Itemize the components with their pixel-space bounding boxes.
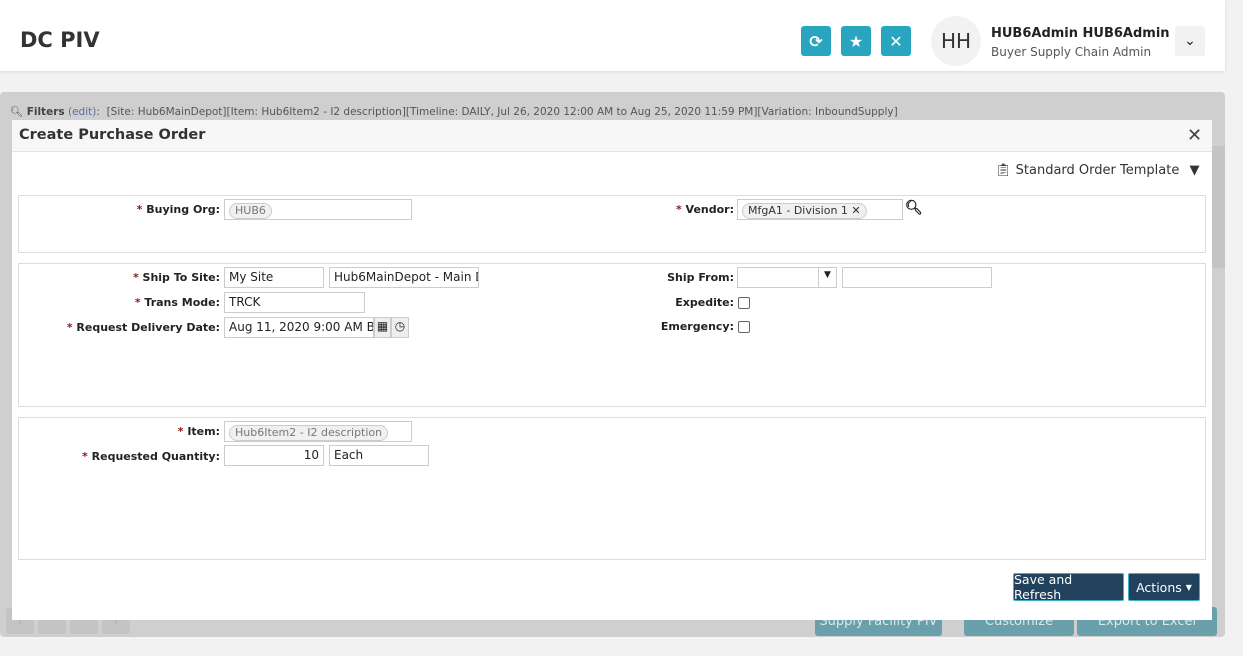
search-icon: 🔍︎ [10, 106, 24, 118]
user-menu-button[interactable]: ⌄ [1175, 26, 1205, 56]
expedite-checkbox[interactable] [738, 297, 750, 309]
document-icon: 📋︎ [995, 163, 1012, 178]
remove-icon[interactable]: ✕ [851, 204, 860, 217]
filters-bar: 🔍︎ Filters (edit): [Site: Hub6MainDepot]… [10, 106, 898, 118]
dialog-title: Create Purchase Order [19, 127, 206, 143]
delivery-date-field[interactable]: Aug 11, 2020 9:00 AM BRT [224, 317, 374, 338]
item-field[interactable]: Hub6Item2 - I2 description [224, 421, 412, 442]
ship-to-label: * Ship To Site: [132, 271, 220, 284]
favorite-button[interactable]: ★ [841, 26, 871, 56]
template-label: Standard Order Template [1015, 163, 1180, 178]
dialog-header: Create Purchase Order ✕ [12, 120, 1212, 152]
ship-from-detail-field[interactable] [842, 267, 992, 288]
filters-text: [Site: Hub6MainDepot][Item: Hub6Item2 - … [106, 106, 898, 118]
vendor-search-icon[interactable]: 🔍︎ [905, 200, 923, 216]
vendor-field[interactable]: MfgA1 - Division 1 ✕ [737, 199, 903, 220]
vendor-label: * Vendor: [675, 203, 734, 216]
app-header: DC PIV ⟳ ★ ✕ HH HUB6Admin HUB6Admin Buye… [0, 0, 1225, 71]
emergency-label: Emergency: [660, 320, 734, 333]
actions-label: Actions [1136, 579, 1182, 595]
create-po-dialog: Create Purchase Order ✕ 📋︎ Standard Orde… [12, 120, 1212, 620]
caret-down-icon: ▼ [1185, 582, 1192, 592]
calendar-icon[interactable]: ▦ [374, 317, 391, 338]
refresh-icon: ⟳ [809, 31, 823, 51]
item-pill: Hub6Item2 - I2 description [229, 425, 389, 441]
trans-mode-field[interactable]: TRCK [224, 292, 365, 313]
chevron-down-icon: ⌄ [1184, 33, 1196, 49]
close-icon[interactable]: ✕ [1187, 125, 1202, 146]
quantity-field[interactable]: 10 [224, 445, 324, 466]
uom-field[interactable]: Each [329, 445, 429, 466]
filters-label: Filters [26, 106, 65, 118]
star-icon: ★ [848, 31, 864, 51]
buying-org-label: * Buying Org: [136, 203, 220, 216]
clock-icon[interactable]: ◷ [391, 317, 409, 338]
ship-to-location-field[interactable]: Hub6MainDepot - Main D [329, 267, 479, 288]
item-label: * Item: [177, 425, 220, 438]
close-page-button[interactable]: ✕ [881, 26, 911, 56]
save-and-refresh-button[interactable]: Save and Refresh [1013, 572, 1124, 602]
expedite-label: Expedite: [675, 296, 734, 309]
buying-org-pill: HUB6 [229, 203, 272, 219]
avatar: HH [931, 16, 981, 66]
buying-org-field[interactable]: HUB6 [224, 199, 412, 220]
filters-edit-link[interactable]: (edit) [68, 106, 96, 118]
chevron-down-icon[interactable]: ▼ [818, 267, 837, 288]
refresh-button[interactable]: ⟳ [801, 26, 831, 56]
page-title: DC PIV [20, 28, 100, 52]
user-role: Buyer Supply Chain Admin [991, 45, 1152, 59]
ship-to-site-field[interactable]: My Site [224, 267, 324, 288]
caret-down-icon: ▼ [1189, 163, 1200, 178]
close-icon: ✕ [889, 31, 903, 51]
ship-from-label: Ship From: [667, 271, 734, 284]
trans-mode-label: * Trans Mode: [134, 296, 220, 309]
vendor-pill: MfgA1 - Division 1 [748, 204, 848, 217]
shipping-section [18, 263, 1206, 407]
emergency-checkbox[interactable] [738, 321, 750, 333]
actions-button[interactable]: Actions ▼ [1128, 573, 1200, 601]
background-scrollbar[interactable] [1212, 146, 1225, 268]
quantity-label: * Requested Quantity: [82, 450, 220, 463]
delivery-date-label: * Request Delivery Date: [66, 321, 220, 334]
user-name: HUB6Admin HUB6Admin [991, 26, 1170, 41]
template-dropdown[interactable]: 📋︎ Standard Order Template ▼ [995, 163, 1199, 178]
item-section [18, 417, 1206, 560]
